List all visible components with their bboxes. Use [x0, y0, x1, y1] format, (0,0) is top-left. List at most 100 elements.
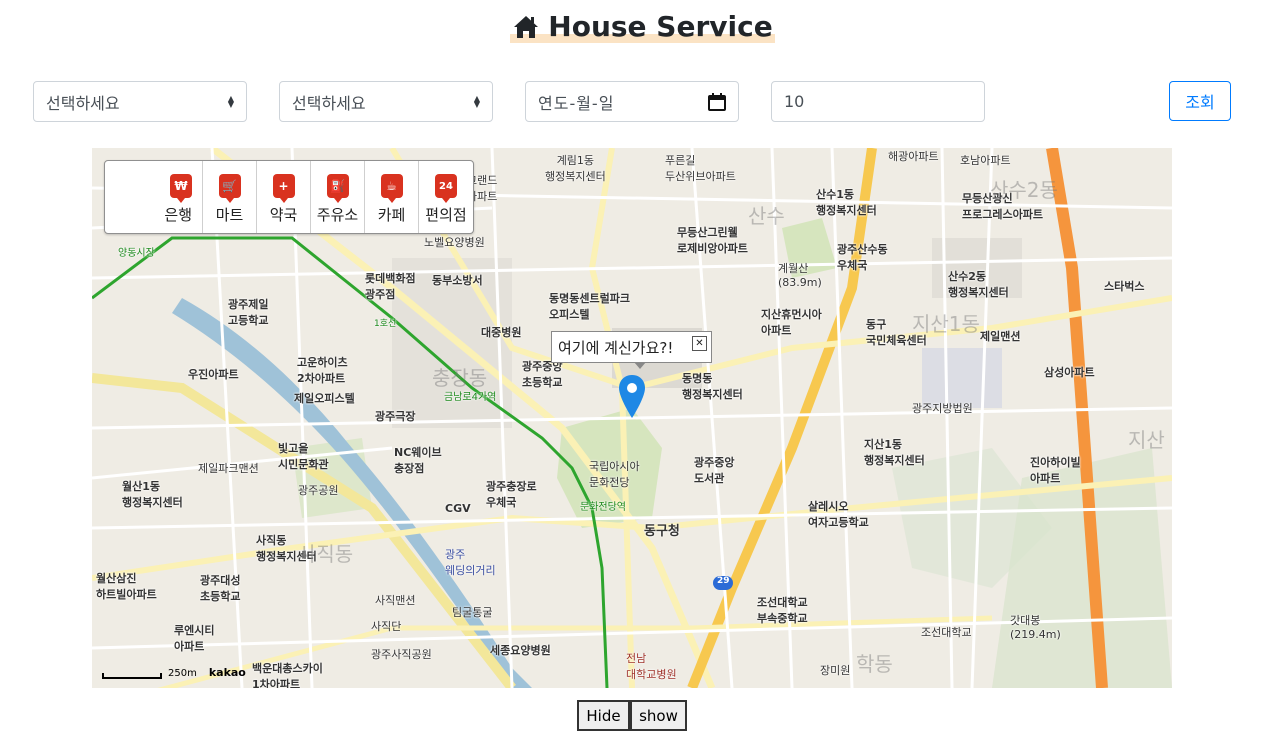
category-bank[interactable]: ₩ 은행	[105, 161, 203, 233]
count-input[interactable]: 10	[771, 81, 985, 122]
page-header: House Service	[0, 10, 1285, 44]
map-area-label: 사직동	[298, 542, 354, 566]
home-icon	[514, 15, 539, 38]
map-label: 호남아파트	[960, 154, 1011, 167]
map-area-label: 지산	[1128, 428, 1165, 452]
map-label: 제일맨션	[980, 330, 1021, 343]
map-label: 월산1동 행정복지센터	[122, 480, 183, 509]
category-cafe[interactable]: ☕ 카페	[365, 161, 419, 233]
page-title: House Service	[510, 10, 775, 43]
map-label: 빛고을 시민문화관	[278, 442, 329, 471]
region-select-2-value: 선택하세요	[292, 93, 366, 113]
map-area-label: 충장동	[432, 366, 488, 390]
map-area-label: 산수	[748, 204, 785, 228]
map-label: NC웨이브 충장점	[394, 446, 442, 475]
pharmacy-icon: +	[272, 174, 295, 203]
map-label: 세종요양병원	[490, 644, 551, 657]
map-label: 지산1동 행정복지센터	[864, 438, 925, 467]
category-convenience-store[interactable]: 24 편의점	[419, 161, 473, 233]
subway-station-label: 양동시장	[118, 248, 155, 259]
show-button[interactable]: show	[630, 700, 687, 731]
map-label: 제일오피스텔	[294, 392, 355, 405]
location-marker-icon[interactable]	[618, 374, 646, 420]
map-label: 우진아파트	[188, 368, 239, 381]
map-label: 사직단	[371, 620, 402, 633]
map-label: 백운대총스카이 1차아파트	[252, 662, 323, 688]
map-label: 산수2동 행정복지센터	[948, 270, 1009, 299]
category-panel: ₩ 은행 🛒 마트 + 약국 ⛽ 주유소 ☕ 카페 24 편의점	[104, 160, 474, 234]
category-convenience-store-label: 편의점	[425, 206, 467, 224]
map-label: 광주극장	[375, 410, 416, 423]
region-select-1[interactable]: 선택하세요 ▲ ▼	[33, 81, 247, 122]
query-button[interactable]: 조회	[1169, 81, 1231, 121]
map-label: 삼성아파트	[1044, 366, 1095, 379]
hide-button[interactable]: Hide	[577, 700, 630, 731]
subway-line-label: 1호선	[374, 319, 397, 329]
category-mart[interactable]: 🛒 마트	[203, 161, 257, 233]
map-label: 지산휴먼시아 아파트	[761, 308, 822, 337]
cart-icon: 🛒	[218, 174, 241, 203]
map-label: 광주사직공원	[371, 648, 432, 661]
map-area-label: 학동	[856, 652, 893, 676]
map-label: 스타벅스	[1104, 280, 1145, 293]
region-select-1-value: 선택하세요	[46, 93, 120, 113]
map-label: 광주중앙 도서관	[694, 456, 735, 485]
map-label: 전남 대학교병원	[626, 652, 677, 681]
map-label: 조선대학교	[921, 626, 972, 639]
page-title-text: House Service	[548, 10, 773, 43]
map-label: 사직맨션	[375, 594, 416, 607]
region-select-2[interactable]: 선택하세요 ▲ ▼	[279, 81, 493, 122]
map-label: 제일파크맨션	[198, 462, 259, 475]
map-label: 광주제일 고등학교	[228, 298, 269, 327]
convenience-store-icon: 24	[435, 174, 457, 203]
bank-icon: ₩	[170, 174, 192, 203]
scale-text: 250m	[168, 668, 197, 679]
map-label: 조선대학교 부속중학교	[757, 596, 808, 625]
subway-station-label: 문화전당역	[580, 502, 626, 513]
date-input[interactable]: 연도-월-일	[525, 81, 739, 122]
category-pharmacy[interactable]: + 약국	[257, 161, 311, 233]
subway-station-label: 금남로4가역	[444, 392, 497, 403]
map-label: 진아하이빌 아파트	[1030, 456, 1081, 485]
map-label: 광주산수동 우체국	[837, 243, 888, 272]
map-label: 동부소방서	[432, 274, 483, 287]
map-label: 팀굴통굴	[452, 606, 493, 619]
map-label: 해광아파트	[888, 150, 939, 163]
category-pharmacy-label: 약국	[269, 206, 298, 224]
date-input-placeholder: 연도-월-일	[538, 93, 615, 113]
map-label: 동명동센트럴파크 오피스텔	[549, 292, 630, 321]
kakao-logo: kakao	[208, 666, 246, 679]
category-gas-station[interactable]: ⛽ 주유소	[311, 161, 365, 233]
map-label: 광주공원	[298, 484, 339, 497]
infowindow-text: 여기에 계신가요?!	[558, 338, 674, 357]
map-label: 루엔시티 아파트	[174, 624, 215, 653]
map-label: 광주대성 초등학교	[200, 574, 241, 603]
map-label: 동구청	[644, 524, 680, 539]
category-cafe-label: 카페	[377, 206, 406, 224]
map-label: 롯데백화점 광주점	[365, 272, 416, 301]
select-caret-icon: ▲ ▼	[227, 93, 234, 109]
map-label: 푸른길 두산위브아파트	[665, 154, 736, 183]
map-label: 무등산그린웰 로제비앙아파트	[677, 226, 748, 255]
map-area-label: 산수2동	[990, 178, 1058, 202]
map-infowindow: 여기에 계신가요?! ✕	[551, 331, 712, 369]
map-label: 광주 웨딩의거리	[445, 548, 496, 577]
close-icon[interactable]: ✕	[692, 336, 707, 351]
map-view[interactable]: 계림1동 행정복지센터 푸른길 두산위브아파트 해광아파트 호남아파트 그랜드 아파트…	[92, 148, 1172, 688]
scale-bar	[102, 673, 162, 679]
category-mart-label: 마트	[215, 206, 244, 224]
map-label: 산수1동 행정복지센터	[816, 188, 877, 217]
count-input-value: 10	[784, 92, 805, 111]
map-label: 동명동 행정복지센터	[682, 372, 743, 401]
map-label: CGV	[445, 502, 471, 515]
road-number-label: 29	[717, 576, 730, 586]
map-label: 살레시오 여자고등학교	[808, 500, 869, 529]
map-label: 노벨요양병원	[424, 236, 485, 249]
calendar-icon[interactable]	[708, 92, 726, 111]
category-gas-station-label: 주유소	[316, 206, 359, 224]
map-label: 광주충장로 우체국	[486, 480, 537, 509]
map-label: 계월산 (83.9m)	[778, 262, 822, 289]
map-label: 광주지방법원	[912, 402, 973, 415]
map-label: 고운하이츠 2차아파트	[297, 356, 348, 385]
map-label: 국립아시아 문화전당	[589, 460, 640, 489]
